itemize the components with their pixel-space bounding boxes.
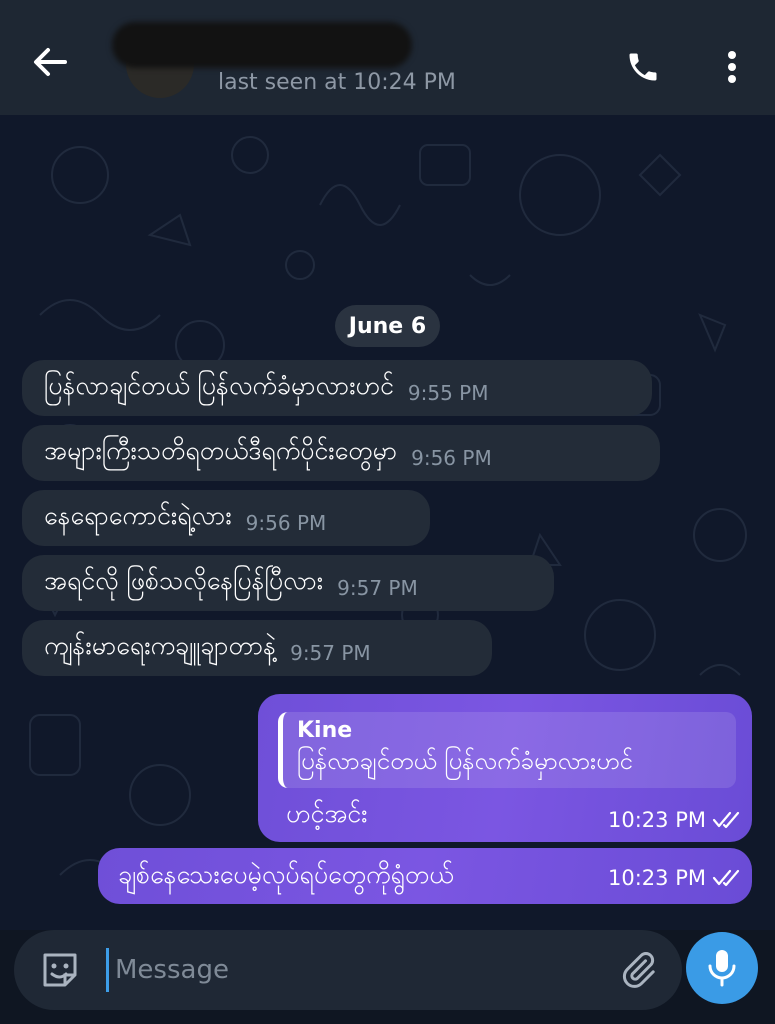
message-text: ပြန်လာချင်တယ် ပြန်လက်ခံမှာလားဟင် [44, 370, 394, 400]
back-button[interactable] [28, 40, 72, 84]
message-time: 9:57 PM [290, 641, 371, 665]
reply-text: ပြန်လာချင်တယ် ပြန်လက်ခံမှာလားဟင် [297, 747, 633, 775]
chat-area[interactable]: June 6 ပြန်လာချင်တယ် ပြန်လက်ခံမှာလားဟင် … [0, 115, 775, 930]
message-time: 9:57 PM [337, 576, 418, 600]
phone-icon [629, 53, 657, 81]
message-text: ချစ်နေသေးပေမဲ့လုပ်ရပ်တွေကိုရွံတယ် [118, 860, 454, 889]
microphone-icon [708, 950, 736, 987]
message-input[interactable] [106, 948, 586, 992]
more-options-button[interactable] [710, 44, 754, 90]
attach-button[interactable] [614, 946, 662, 994]
message-time: 10:23 PM [608, 866, 706, 890]
message-time: 9:55 PM [407, 381, 489, 405]
reply-author: Kine [297, 718, 353, 743]
incoming-message[interactable]: အရင်လို ဖြစ်သလိုနေပြန်ပြီလား 9:57 PM [22, 555, 554, 611]
voice-record-button[interactable] [686, 932, 758, 1004]
quoted-reply[interactable]: Kine ပြန်လာချင်တယ် ပြန်လက်ခံမှာလားဟင် [278, 712, 736, 788]
incoming-message[interactable]: နေရောကောင်းရဲ့လား 9:56 PM [22, 490, 430, 546]
message-text: ဟင့်အင်း [286, 799, 368, 828]
message-text: ကျန်းမာရေးကချူချာတာနဲ့ [44, 630, 277, 660]
message-text: အများကြီးသတိရတယ်ဒီရက်ပိုင်းတွေမှာ [44, 435, 398, 465]
message-composer [14, 930, 682, 1010]
message-meta: 10:23 PM [608, 808, 742, 832]
double-check-icon [712, 869, 740, 887]
message-text: နေရောကောင်းရဲ့လား [44, 500, 232, 530]
arrow-left-icon [34, 48, 67, 76]
outgoing-message[interactable]: Kine ပြန်လာချင်တယ် ပြန်လက်ခံမှာလားဟင် ဟင… [258, 694, 752, 842]
message-meta: 10:23 PM [608, 866, 742, 890]
sticker-button[interactable] [38, 948, 82, 992]
sticker-icon [43, 953, 77, 987]
incoming-message[interactable]: ပြန်လာချင်တယ် ပြန်လက်ခံမှာလားဟင် 9:55 PM [22, 360, 652, 416]
paperclip-icon [622, 952, 655, 988]
date-separator: June 6 [335, 305, 440, 347]
outgoing-message[interactable]: ချစ်နေသေးပေမဲ့လုပ်ရပ်တွေကိုရွံတယ် 10:23 … [98, 848, 752, 904]
call-button[interactable] [620, 44, 666, 90]
double-check-icon [712, 811, 740, 829]
message-time: 9:56 PM [245, 511, 327, 535]
message-text: အရင်လို ဖြစ်သလိုနေပြန်ပြီလား [44, 565, 324, 595]
incoming-message[interactable]: အများကြီးသတိရတယ်ဒီရက်ပိုင်းတွေမှာ 9:56 P… [22, 425, 660, 481]
last-seen-status: last seen at 10:24 PM [218, 70, 456, 95]
chat-header: last seen at 10:24 PM [0, 0, 775, 115]
more-vertical-icon [728, 51, 736, 83]
message-time: 9:56 PM [411, 446, 492, 470]
contact-name-redacted[interactable] [112, 22, 412, 68]
incoming-message[interactable]: ကျန်းမာရေးကချူချာတာနဲ့ 9:57 PM [22, 620, 492, 676]
message-time: 10:23 PM [608, 808, 706, 832]
